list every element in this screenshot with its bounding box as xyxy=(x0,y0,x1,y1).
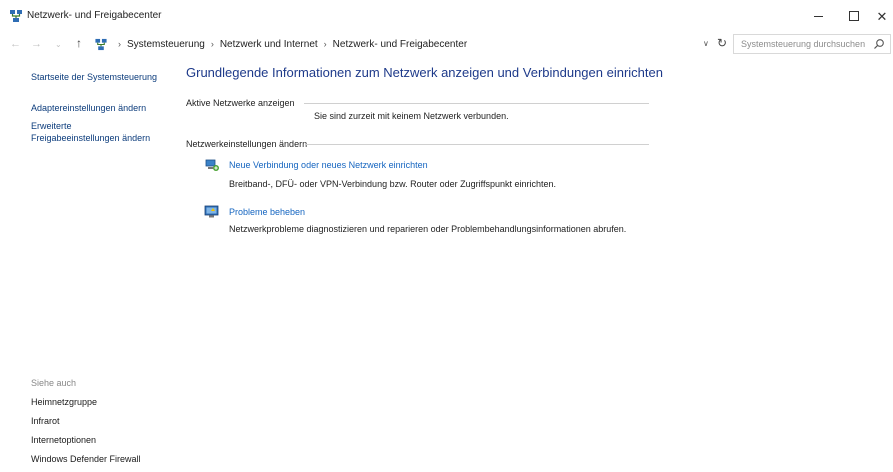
new-connection-link[interactable]: Neue Verbindung oder neues Netzwerk einr… xyxy=(229,160,428,170)
minimize-icon xyxy=(813,15,823,17)
search-icon[interactable] xyxy=(873,38,885,50)
back-arrow-icon[interactable]: ← xyxy=(10,38,21,50)
sidebar-link-advanced-sharing-line2[interactable]: Freigabeeinstellungen ändern xyxy=(31,133,150,144)
sidebar-link-homegroup[interactable]: Heimnetzgruppe xyxy=(31,397,97,407)
sidebar-link-firewall[interactable]: Windows Defender Firewall xyxy=(31,454,141,464)
address-dropdown-icon[interactable]: ∨ xyxy=(703,39,709,48)
troubleshoot-description: Netzwerkprobleme diagnostizieren und rep… xyxy=(229,224,627,234)
sidebar-link-internet-options[interactable]: Internetoptionen xyxy=(31,435,96,445)
network-center-icon xyxy=(10,10,22,22)
chevron-right-icon: › xyxy=(210,39,214,49)
active-networks-label: Aktive Netzwerke anzeigen xyxy=(186,98,295,108)
forward-arrow-icon[interactable]: → xyxy=(31,38,42,50)
title-bar: Netzwerk- und Freigabecenter ✕ xyxy=(0,0,893,32)
no-network-message: Sie sind zurzeit mit keinem Netzwerk ver… xyxy=(314,111,509,121)
close-icon: ✕ xyxy=(876,8,888,24)
see-also-heading: Siehe auch xyxy=(31,378,77,388)
sidebar-link-adapter-settings[interactable]: Adaptereinstellungen ändern xyxy=(31,103,146,114)
sidebar-link-advanced-sharing[interactable]: Erweiterte xyxy=(31,121,72,132)
search-placeholder: Systemsteuerung durchsuchen xyxy=(741,39,866,49)
chevron-right-icon: › xyxy=(118,39,121,49)
network-settings-label: Netzwerkeinstellungen ändern xyxy=(186,139,308,149)
sidebar: Startseite der Systemsteuerung Adapterei… xyxy=(0,58,175,472)
minimize-button[interactable] xyxy=(800,0,836,32)
breadcrumb-item[interactable]: Netzwerk und Internet xyxy=(220,39,318,50)
breadcrumb[interactable]: › Systemsteuerung › Netzwerk und Interne… xyxy=(94,35,694,53)
sidebar-link-home[interactable]: Startseite der Systemsteuerung xyxy=(31,72,157,83)
page-title: Grundlegende Informationen zum Netzwerk … xyxy=(186,65,663,80)
divider xyxy=(304,103,649,104)
breadcrumb-item[interactable]: Systemsteuerung xyxy=(127,39,205,50)
troubleshoot-icon xyxy=(204,205,219,218)
troubleshoot-link[interactable]: Probleme beheben xyxy=(229,207,305,217)
refresh-icon[interactable]: ↻ xyxy=(717,36,727,50)
maximize-icon xyxy=(849,11,859,21)
breadcrumb-item[interactable]: Netzwerk- und Freigabecenter xyxy=(333,39,468,50)
new-connection-icon xyxy=(205,159,219,171)
sidebar-link-infrared[interactable]: Infrarot xyxy=(31,416,60,426)
close-button[interactable]: ✕ xyxy=(864,0,893,32)
control-panel-icon xyxy=(95,38,107,50)
navigation-bar: ← → ⌄ ↑ › Systemsteuerung › Netzwerk und… xyxy=(0,32,893,58)
new-connection-description: Breitband-, DFÜ- oder VPN-Verbindung bzw… xyxy=(229,179,556,189)
window-title: Netzwerk- und Freigabecenter xyxy=(27,10,162,21)
divider xyxy=(306,144,649,145)
chevron-right-icon: › xyxy=(323,39,327,49)
search-box[interactable]: Systemsteuerung durchsuchen xyxy=(733,34,891,54)
recent-locations-icon[interactable]: ⌄ xyxy=(55,40,62,49)
up-arrow-icon[interactable]: ↑ xyxy=(76,36,82,50)
